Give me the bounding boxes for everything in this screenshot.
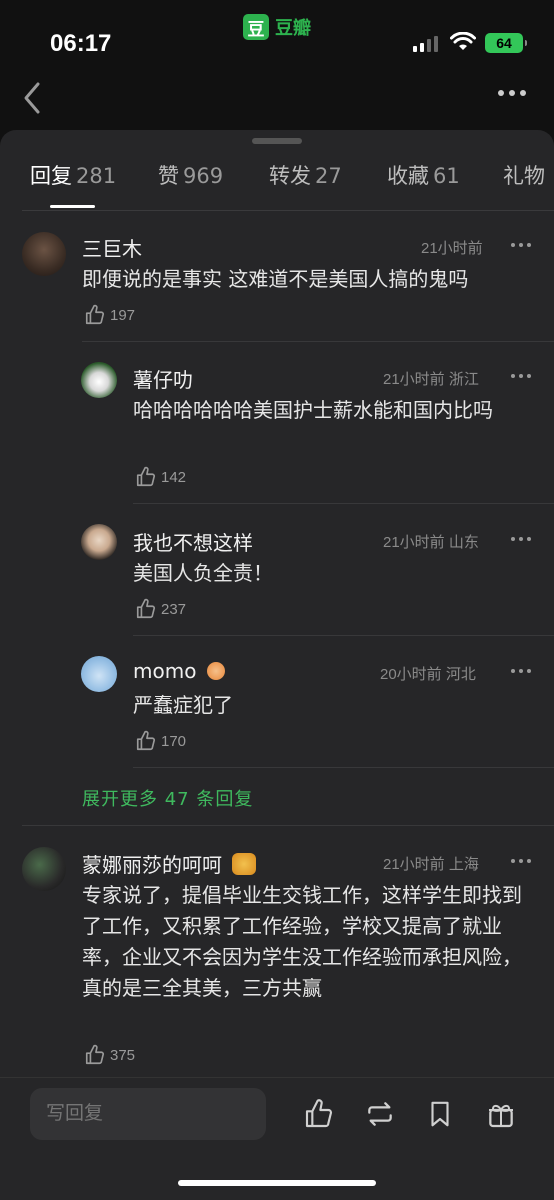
comment-text: 即便说的是事实 这难道不是美国人搞的鬼吗 — [82, 267, 469, 291]
sheet-drag-handle[interactable] — [252, 138, 302, 144]
more-horizontal-icon[interactable] — [511, 537, 531, 541]
tiger-badge-icon — [232, 853, 257, 875]
avatar[interactable] — [22, 847, 66, 891]
comment-time: 21小时前 — [421, 240, 483, 257]
comment-text: 严蠢症犯了 — [133, 693, 233, 717]
comment-author[interactable]: 蒙娜丽莎的呵呵 — [82, 849, 257, 878]
comment-meta: 20小时前 河北 — [380, 666, 476, 683]
like-count: 170 — [161, 732, 187, 750]
like-button[interactable]: 142 — [135, 466, 186, 488]
status-bar: 06:17 豆 豆瓣 64 — [0, 0, 554, 70]
like-button[interactable]: 197 — [84, 304, 135, 326]
thumbs-up-icon — [136, 466, 156, 487]
cellular-signal-icon — [413, 36, 438, 52]
avatar[interactable] — [81, 524, 117, 560]
tab-collections[interactable]: 收藏 61 — [387, 160, 460, 190]
thumbs-up-icon — [85, 304, 105, 325]
more-horizontal-icon[interactable] — [511, 859, 531, 863]
comment-text: 美国人负全责！ — [133, 561, 273, 585]
comment-meta: 21小时前 浙江 — [383, 371, 479, 388]
lollipop-badge-icon — [206, 662, 225, 680]
bookmark-icon[interactable] — [425, 1098, 455, 1130]
battery-indicator: 64 — [485, 33, 527, 53]
like-count: 237 — [161, 600, 187, 618]
chevron-left-icon[interactable] — [20, 80, 46, 116]
expand-more-replies-link[interactable]: 展开更多 47 条回复 — [82, 785, 253, 811]
like-button[interactable]: 170 — [135, 730, 186, 752]
gift-icon[interactable] — [485, 1098, 517, 1130]
app-badge: 豆 豆瓣 — [243, 14, 311, 40]
app-name: 豆瓣 — [275, 18, 311, 39]
like-count: 197 — [110, 306, 136, 324]
tab-reposts[interactable]: 转发 27 — [269, 160, 342, 190]
comment-author[interactable]: 薯仔叻 — [133, 364, 193, 393]
avatar[interactable] — [81, 362, 117, 398]
divider — [133, 767, 554, 768]
avatar[interactable] — [22, 232, 66, 276]
wifi-icon — [450, 32, 476, 50]
avatar[interactable] — [81, 656, 117, 692]
comment-author[interactable]: 三巨木 — [82, 233, 142, 262]
repost-icon[interactable] — [364, 1098, 396, 1130]
tab-likes[interactable]: 赞 969 — [158, 160, 223, 190]
more-horizontal-icon[interactable] — [511, 243, 531, 247]
comment-meta: 21小时前 山东 — [383, 534, 479, 551]
thumbs-up-icon — [85, 1044, 105, 1065]
status-time: 06:17 — [50, 30, 112, 57]
tab-bar: 回复 281 赞 969 转发 27 收藏 61 礼物 — [0, 160, 554, 210]
comment-author[interactable]: 我也不想这样 — [133, 527, 253, 556]
divider — [22, 825, 554, 826]
comment-text: 哈哈哈哈哈哈美国护士薪水能和国内比吗 — [133, 398, 493, 422]
divider — [133, 503, 554, 504]
more-horizontal-icon[interactable] — [498, 90, 526, 96]
thumbs-up-icon[interactable] — [303, 1098, 335, 1130]
top-nav — [0, 70, 554, 125]
comment-author[interactable]: momo — [133, 659, 225, 683]
douban-logo-icon: 豆 — [243, 14, 269, 40]
active-tab-indicator — [50, 205, 95, 208]
tab-gifts[interactable]: 礼物 — [503, 160, 545, 190]
thumbs-up-icon — [136, 730, 156, 751]
more-horizontal-icon[interactable] — [511, 669, 531, 673]
comment-text: 专家说了，提倡毕业生交钱工作，这样学生即找到了工作，又积累了工作经验，学校又提高… — [82, 883, 522, 1000]
comment-meta: 21小时前 上海 — [383, 856, 479, 873]
home-indicator[interactable] — [178, 1180, 376, 1186]
divider — [133, 635, 554, 636]
tab-replies[interactable]: 回复 281 — [30, 160, 116, 190]
thumbs-up-icon — [136, 598, 156, 619]
reply-input[interactable] — [30, 1088, 266, 1140]
like-button[interactable]: 375 — [84, 1044, 135, 1066]
more-horizontal-icon[interactable] — [511, 374, 531, 378]
divider — [22, 210, 554, 211]
divider — [82, 341, 554, 342]
like-count: 375 — [110, 1046, 136, 1064]
like-count: 142 — [161, 468, 187, 486]
like-button[interactable]: 237 — [135, 598, 186, 620]
